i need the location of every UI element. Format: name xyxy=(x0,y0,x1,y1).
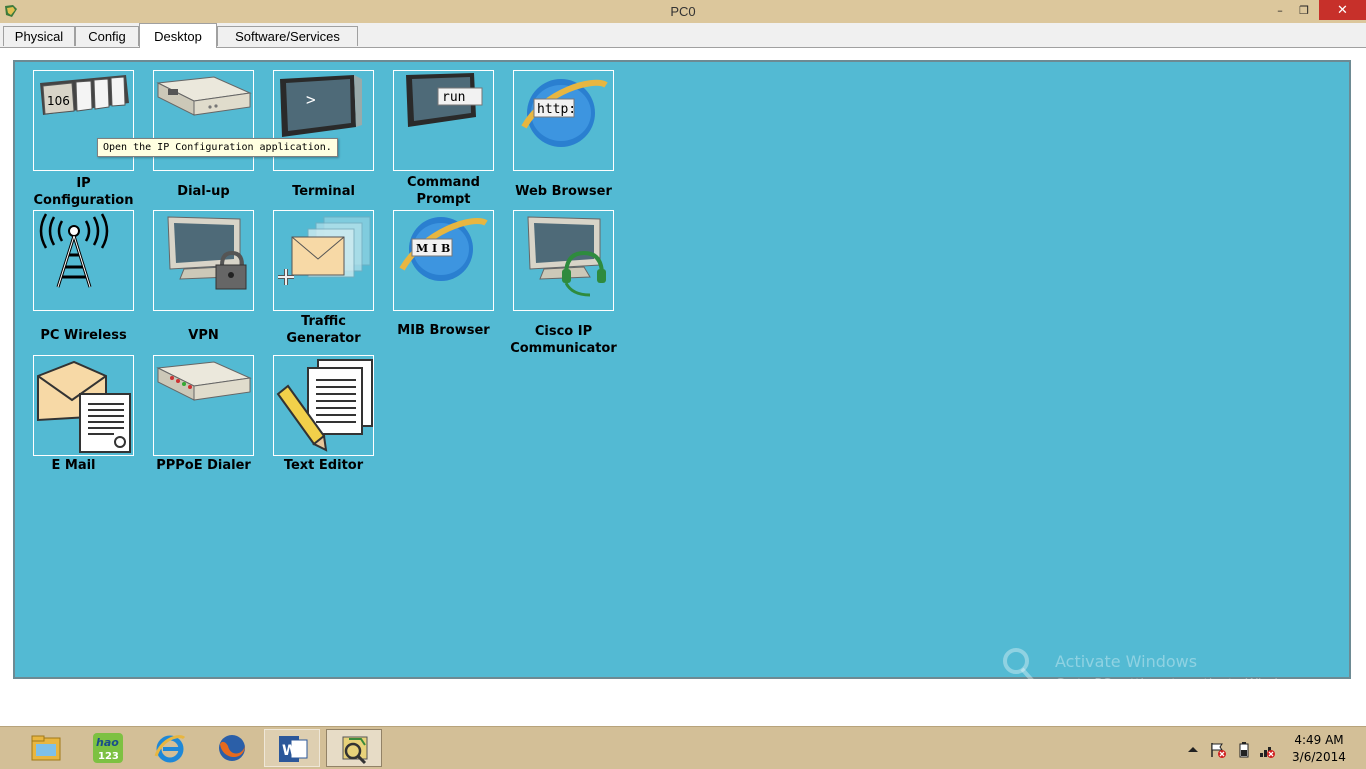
packet-tracer-icon xyxy=(342,736,368,765)
command-prompt-icon: run xyxy=(406,73,483,127)
taskbar-packet-tracer[interactable] xyxy=(326,729,382,767)
minimize-button[interactable]: – xyxy=(1267,0,1293,20)
app-label: VPN xyxy=(188,328,219,343)
text-editor-tile[interactable] xyxy=(273,355,374,456)
mib-browser-icon: M I B xyxy=(399,217,488,281)
activate-windows-subtitle: Go to PC settings to activate Windows. xyxy=(1055,677,1308,692)
app-label: Web Browser xyxy=(515,184,612,199)
activate-windows-title: Activate Windows xyxy=(1055,652,1198,671)
http-text: http: xyxy=(537,102,576,117)
clock-time[interactable]: 4:49 AM xyxy=(1284,733,1354,747)
taskbar-word[interactable]: W xyxy=(264,729,320,767)
text-editor-icon xyxy=(276,359,373,452)
app-label: IP Configuration xyxy=(33,176,134,208)
cisco-ip-communicator-tile[interactable] xyxy=(513,210,614,311)
app-label: E Mail xyxy=(51,458,96,473)
command-prompt-tile[interactable]: run xyxy=(393,70,494,171)
app-label: Cisco IP Communicator xyxy=(510,324,617,356)
word-icon: W xyxy=(279,736,308,762)
app-label: Traffic Generator xyxy=(286,314,361,346)
tab-strip: Physical Config Desktop Software/Service… xyxy=(0,23,1366,48)
traffic-generator-tile[interactable] xyxy=(273,210,374,311)
hao123-text-bottom: 123 xyxy=(98,751,119,762)
ie-icon xyxy=(154,735,186,763)
activation-key-icon xyxy=(1003,648,1042,692)
hao123-text-top: hao xyxy=(96,736,119,749)
vpn-tile[interactable] xyxy=(153,210,254,311)
wireless-tower-icon xyxy=(39,213,109,288)
tab-software-services[interactable]: Software/Services xyxy=(217,26,358,46)
tab-config[interactable]: Config xyxy=(75,26,139,46)
taskbar-internet-explorer[interactable] xyxy=(142,729,198,767)
app-label: PPPoE Dialer xyxy=(156,458,251,473)
word-letter: W xyxy=(282,743,297,759)
terminal-prompt-glyph: > xyxy=(306,90,316,109)
web-browser-icon: http: xyxy=(521,79,608,147)
app-label: Command Prompt xyxy=(407,175,480,207)
network-disconnected-icon[interactable] xyxy=(1258,741,1276,759)
taskbar-hao123[interactable]: hao 123 xyxy=(80,729,136,767)
title-bar: PC0 – ❐ ✕ xyxy=(0,0,1366,23)
tab-desktop[interactable]: Desktop xyxy=(139,23,217,48)
ip-communicator-icon xyxy=(527,216,606,297)
pc-wireless-tile[interactable] xyxy=(33,210,134,311)
app-label: Dial-up xyxy=(177,184,230,199)
tab-physical[interactable]: Physical xyxy=(3,26,75,46)
show-hidden-icons-icon[interactable] xyxy=(1184,741,1202,759)
window-title: PC0 xyxy=(670,4,696,19)
web-browser-tile[interactable]: http: xyxy=(513,70,614,171)
close-button[interactable]: ✕ xyxy=(1319,0,1366,20)
hao123-icon: hao 123 xyxy=(93,733,123,763)
taskbar-firefox[interactable] xyxy=(204,729,260,767)
pppoe-dialer-icon xyxy=(156,361,252,401)
battery-icon[interactable] xyxy=(1235,741,1253,759)
folder-icon xyxy=(31,735,61,761)
email-tile[interactable] xyxy=(33,355,134,456)
app-label: Text Editor xyxy=(283,458,364,473)
tooltip: Open the IP Configuration application. xyxy=(97,138,338,157)
taskbar-file-explorer[interactable] xyxy=(18,729,74,767)
mib-text: M I B xyxy=(416,242,450,255)
app-label: PC Wireless xyxy=(40,328,127,343)
vpn-lock-icon xyxy=(167,216,247,290)
mib-browser-tile[interactable]: M I B xyxy=(393,210,494,311)
action-center-flag-icon[interactable] xyxy=(1209,741,1227,759)
traffic-generator-icon xyxy=(278,216,371,285)
pppoe-dialer-tile[interactable] xyxy=(153,355,254,456)
firefox-icon xyxy=(219,735,245,761)
clock-date[interactable]: 3/6/2014 xyxy=(1284,750,1354,764)
run-text: run xyxy=(442,90,465,105)
app-label: Terminal xyxy=(292,184,355,199)
email-icon xyxy=(37,360,131,453)
ip-config-number: 106 xyxy=(47,94,70,108)
app-label: MIB Browser xyxy=(397,323,490,338)
restore-button[interactable]: ❐ xyxy=(1291,0,1317,20)
